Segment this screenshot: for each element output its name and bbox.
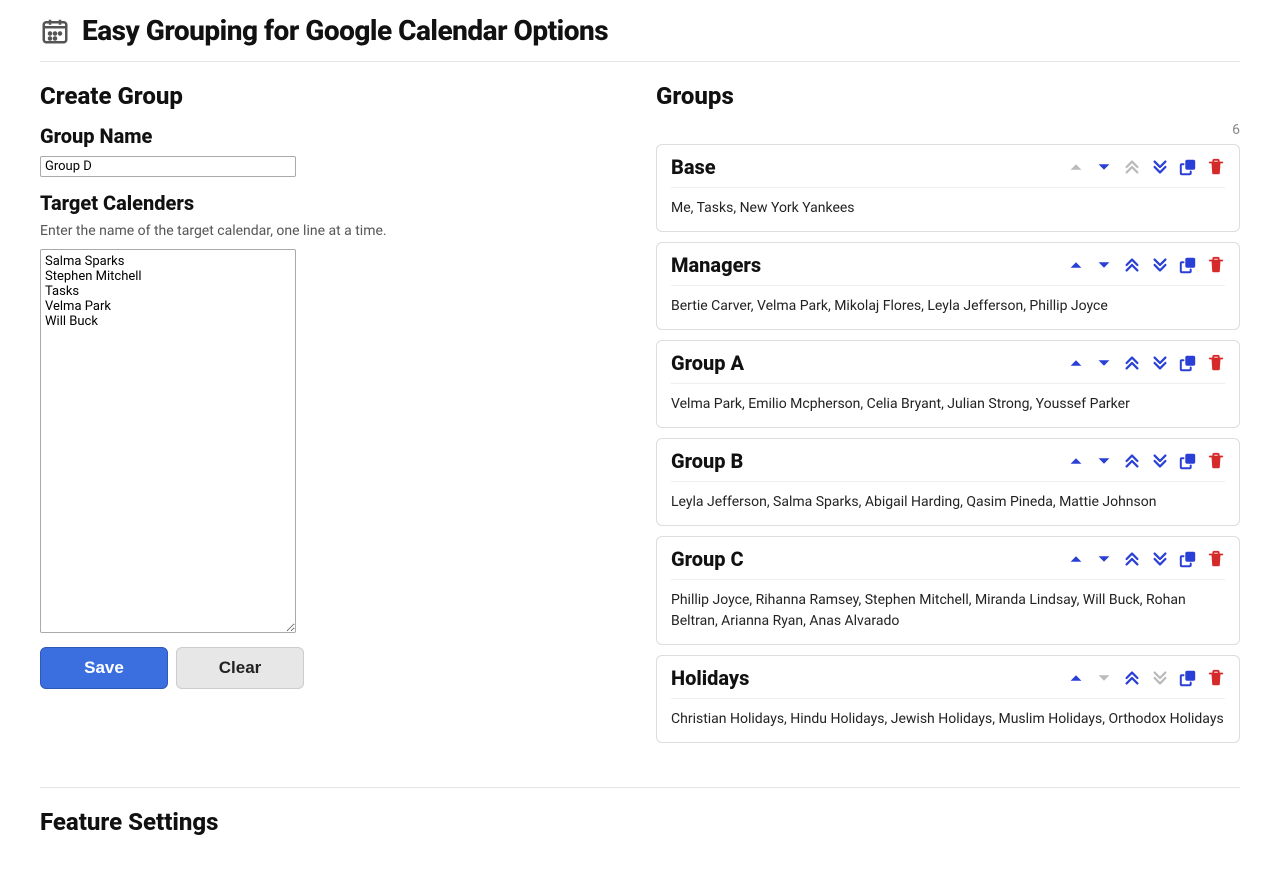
target-calendars-label: Target Calenders <box>40 191 616 215</box>
group-card: Managers Bertie Carver, Velma Park, Mikol… <box>656 242 1240 330</box>
group-actions <box>1067 158 1225 176</box>
move-bottom-icon <box>1151 669 1169 687</box>
move-up-icon[interactable] <box>1067 669 1085 687</box>
move-top-icon[interactable] <box>1123 452 1141 470</box>
group-actions <box>1067 256 1225 274</box>
group-actions <box>1067 452 1225 470</box>
group-name-label: Group Name <box>40 124 616 148</box>
move-bottom-icon[interactable] <box>1151 354 1169 372</box>
feature-settings-heading: Feature Settings <box>40 808 1240 836</box>
move-up-icon[interactable] <box>1067 550 1085 568</box>
delete-icon[interactable] <box>1207 452 1225 470</box>
groups-panel: Groups 6 Base Me, Tasks, New York Yankees… <box>656 82 1240 753</box>
move-up-icon <box>1067 158 1085 176</box>
delete-icon[interactable] <box>1207 550 1225 568</box>
move-bottom-icon[interactable] <box>1151 452 1169 470</box>
group-name: Group A <box>671 351 744 375</box>
delete-icon[interactable] <box>1207 158 1225 176</box>
move-down-icon[interactable] <box>1095 550 1113 568</box>
copy-icon[interactable] <box>1179 158 1197 176</box>
copy-icon[interactable] <box>1179 452 1197 470</box>
main-columns: Create Group Group Name Target Calenders… <box>40 82 1240 753</box>
move-top-icon[interactable] <box>1123 354 1141 372</box>
group-header: Base <box>671 155 1225 188</box>
move-bottom-icon[interactable] <box>1151 158 1169 176</box>
move-up-icon[interactable] <box>1067 452 1085 470</box>
delete-icon[interactable] <box>1207 256 1225 274</box>
group-name: Managers <box>671 253 761 277</box>
move-top-icon[interactable] <box>1123 256 1141 274</box>
group-card: Holidays Christian Holidays, Hindu Holida… <box>656 655 1240 743</box>
group-name-input[interactable] <box>40 156 296 177</box>
copy-icon[interactable] <box>1179 550 1197 568</box>
group-members: Velma Park, Emilio Mcpherson, Celia Brya… <box>671 394 1225 415</box>
target-calendars-help: Enter the name of the target calendar, o… <box>40 223 616 239</box>
delete-icon[interactable] <box>1207 354 1225 372</box>
delete-icon[interactable] <box>1207 669 1225 687</box>
group-header: Group A <box>671 351 1225 384</box>
move-bottom-icon[interactable] <box>1151 256 1169 274</box>
move-top-icon[interactable] <box>1123 550 1141 568</box>
groups-list: Base Me, Tasks, New York Yankees Managers B… <box>656 144 1240 743</box>
group-card: Base Me, Tasks, New York Yankees <box>656 144 1240 232</box>
group-name: Holidays <box>671 666 749 690</box>
move-top-icon[interactable] <box>1123 669 1141 687</box>
page-title: Easy Grouping for Google Calendar Option… <box>82 14 608 47</box>
form-buttons: Save Clear <box>40 647 616 689</box>
groups-heading: Groups <box>656 82 1240 110</box>
group-actions <box>1067 550 1225 568</box>
group-card: Group B Leyla Jefferson, Salma Sparks, Ab… <box>656 438 1240 526</box>
copy-icon[interactable] <box>1179 256 1197 274</box>
copy-icon[interactable] <box>1179 669 1197 687</box>
group-actions <box>1067 669 1225 687</box>
group-header: Managers <box>671 253 1225 286</box>
group-members: Phillip Joyce, Rihanna Ramsey, Stephen M… <box>671 590 1225 632</box>
page-header: Easy Grouping for Google Calendar Option… <box>40 0 1240 62</box>
move-down-icon[interactable] <box>1095 158 1113 176</box>
move-top-icon <box>1123 158 1141 176</box>
group-card: Group A Velma Park, Emilio Mcpherson, Cel… <box>656 340 1240 428</box>
move-down-icon <box>1095 669 1113 687</box>
group-name: Group B <box>671 449 743 473</box>
move-up-icon[interactable] <box>1067 354 1085 372</box>
calendar-icon <box>40 16 70 46</box>
move-down-icon[interactable] <box>1095 354 1113 372</box>
group-members: Christian Holidays, Hindu Holidays, Jewi… <box>671 709 1225 730</box>
move-down-icon[interactable] <box>1095 256 1113 274</box>
section-divider <box>40 787 1240 788</box>
group-members: Bertie Carver, Velma Park, Mikolaj Flore… <box>671 296 1225 317</box>
create-group-panel: Create Group Group Name Target Calenders… <box>40 82 616 753</box>
group-members: Leyla Jefferson, Salma Sparks, Abigail H… <box>671 492 1225 513</box>
target-calendars-input[interactable] <box>40 249 296 633</box>
move-up-icon[interactable] <box>1067 256 1085 274</box>
group-name: Group C <box>671 547 744 571</box>
clear-button[interactable]: Clear <box>176 647 304 689</box>
group-name: Base <box>671 155 716 179</box>
save-button[interactable]: Save <box>40 647 168 689</box>
group-actions <box>1067 354 1225 372</box>
group-card: Group C Phillip Joyce, Rihanna Ramsey, St… <box>656 536 1240 645</box>
create-heading: Create Group <box>40 82 616 110</box>
group-header: Group B <box>671 449 1225 482</box>
move-bottom-icon[interactable] <box>1151 550 1169 568</box>
group-members: Me, Tasks, New York Yankees <box>671 198 1225 219</box>
groups-count: 6 <box>656 122 1240 138</box>
move-down-icon[interactable] <box>1095 452 1113 470</box>
group-header: Group C <box>671 547 1225 580</box>
group-header: Holidays <box>671 666 1225 699</box>
copy-icon[interactable] <box>1179 354 1197 372</box>
